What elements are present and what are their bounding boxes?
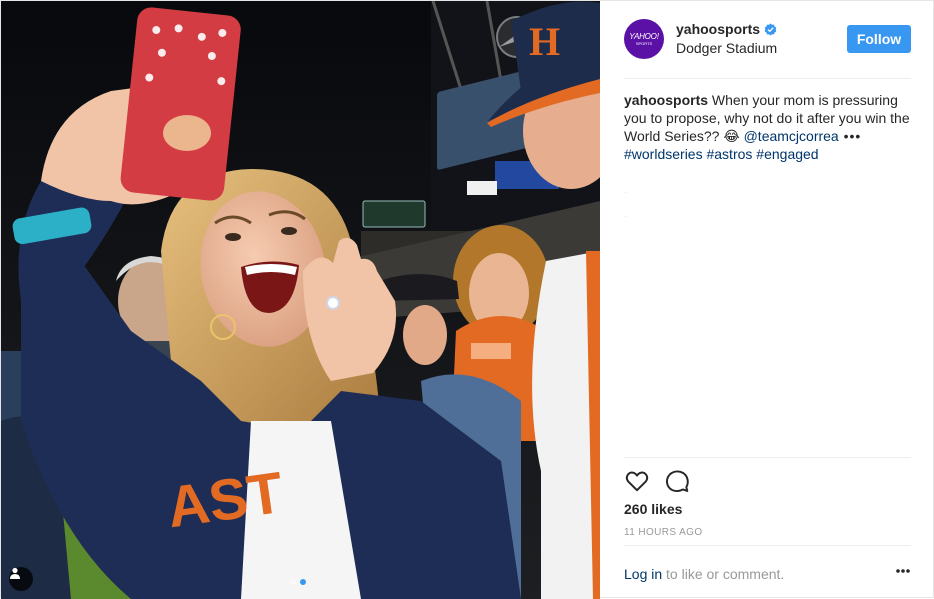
hashtag-worldseries[interactable]: #worldseries	[624, 146, 703, 162]
follow-button[interactable]: Follow	[847, 25, 911, 53]
carousel-dot	[290, 579, 296, 585]
user-tag-icon[interactable]	[9, 567, 33, 591]
username-link[interactable]: yahoosports	[676, 21, 760, 37]
svg-text:H: H	[529, 19, 560, 64]
post-timestamp[interactable]: 11 HOURS AGO	[624, 527, 703, 538]
caption-mention[interactable]: @teamcjcorrea	[744, 128, 839, 144]
hashtag-astros[interactable]: #astros	[706, 146, 752, 162]
post-caption: yahoosports When your mom is pressuring …	[624, 91, 911, 163]
verified-badge-icon	[764, 23, 777, 35]
instagram-post: H AST YAHOO! SPORTS yahoosports Dodger S…	[0, 0, 934, 599]
avatar-logo-subtext: SPORTS	[635, 40, 653, 46]
faint-divider-mark: ·	[624, 187, 628, 198]
login-prompt-text: to like or comment.	[662, 566, 785, 582]
comment-bar: Log in to like or comment.	[624, 545, 911, 599]
hashtag-engaged[interactable]: #engaged	[756, 146, 818, 162]
post-photo[interactable]: H AST	[1, 1, 600, 599]
location-link[interactable]: Dodger Stadium	[676, 40, 777, 56]
likes-count[interactable]: 260 likes	[624, 501, 682, 517]
post-details-panel: YAHOO! SPORTS yahoosports Dodger Stadium…	[600, 1, 934, 599]
caption-ellipsis: •••	[838, 128, 862, 144]
avatar-logo-text: YAHOO!	[629, 31, 659, 41]
post-header: YAHOO! SPORTS yahoosports Dodger Stadium…	[624, 17, 911, 79]
faint-divider-mark: ·	[624, 211, 628, 222]
login-prompt: Log in to like or comment.	[624, 566, 784, 582]
avatar[interactable]: YAHOO! SPORTS	[624, 19, 664, 59]
carousel-indicator	[290, 579, 306, 585]
login-link[interactable]: Log in	[624, 566, 662, 582]
carousel-dot-active	[300, 579, 306, 585]
heart-icon[interactable]	[624, 468, 650, 494]
photo-illustration: H AST	[1, 1, 600, 599]
comment-bubble-icon[interactable]	[664, 468, 690, 494]
caption-username[interactable]: yahoosports	[624, 92, 708, 108]
action-bar	[624, 457, 911, 497]
more-options-icon[interactable]	[895, 568, 911, 574]
